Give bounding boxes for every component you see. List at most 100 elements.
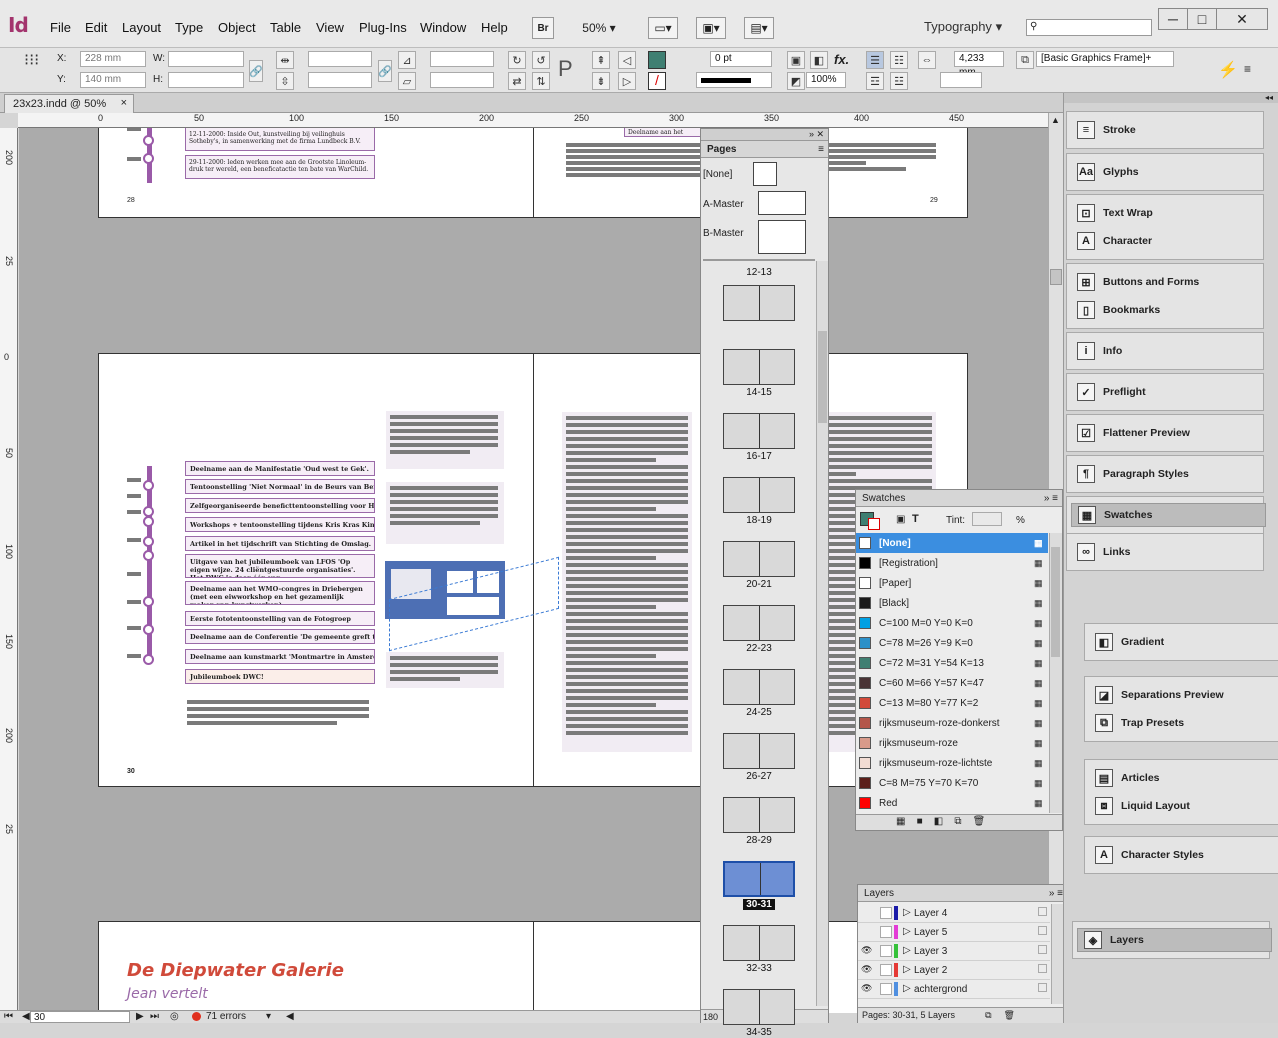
- dock-item-gradient[interactable]: ◧ Gradient: [1089, 630, 1278, 654]
- stroke-color-swatch[interactable]: /: [648, 72, 666, 90]
- swatch-row[interactable]: Red ▦: [856, 793, 1048, 813]
- page-subtitle[interactable]: Jean vertelt: [127, 986, 208, 1002]
- spread-label[interactable]: 26-27: [701, 771, 817, 782]
- select-previous-icon[interactable]: ◁: [618, 51, 636, 69]
- reference-point-icon[interactable]: ⁝⁝⁝: [24, 53, 44, 84]
- target-box[interactable]: [1038, 907, 1047, 916]
- scroll-thumb[interactable]: [1051, 547, 1060, 657]
- timeline-entry[interactable]: Jubileumboek DWC!: [185, 669, 375, 684]
- master-none[interactable]: [None]: [703, 169, 732, 180]
- timeline-entry[interactable]: Eerste fototentoonstelling van de Fotogr…: [185, 611, 375, 626]
- show-all-swatches-icon[interactable]: ▦: [896, 816, 905, 827]
- spread-thumbnail[interactable]: [723, 925, 795, 961]
- dock-item-character-styles[interactable]: A Character Styles: [1089, 843, 1278, 867]
- distribute-icon[interactable]: ☳: [890, 72, 908, 90]
- timeline-entry[interactable]: Uitgave van het jubileumboek van LFOS 'O…: [185, 554, 375, 578]
- close-icon[interactable]: ×: [121, 97, 127, 109]
- swatch-row[interactable]: C=8 M=75 Y=70 K=70 ▦: [856, 773, 1048, 793]
- spread-label[interactable]: 30-31: [701, 899, 817, 910]
- select-container-icon[interactable]: ⇞: [592, 51, 610, 69]
- dock-item-layers[interactable]: ◈ Layers: [1077, 928, 1272, 952]
- dock-item-liquid-layout[interactable]: ⧈ Liquid Layout: [1089, 794, 1278, 818]
- new-layer-icon[interactable]: ⧉: [985, 1010, 991, 1020]
- spread-thumbnail[interactable]: [723, 285, 795, 321]
- y-position-field[interactable]: 140 mm: [80, 72, 146, 88]
- scroll-thumb[interactable]: [1050, 269, 1062, 285]
- swatch-row[interactable]: [Black] ▦: [856, 593, 1048, 613]
- page-title[interactable]: De Diepwater Galerie: [127, 960, 344, 981]
- layer-row[interactable]: 👁 ▷ Layer 2: [858, 961, 1050, 980]
- menu-file[interactable]: File: [50, 20, 71, 35]
- target-box[interactable]: [1038, 945, 1047, 954]
- next-page-icon[interactable]: ▶: [136, 1011, 144, 1022]
- text-column[interactable]: [562, 412, 692, 752]
- page-number-field[interactable]: 30: [30, 1011, 130, 1023]
- menu-table[interactable]: Table: [270, 20, 301, 35]
- view-options-icon[interactable]: ▣▾: [696, 17, 726, 39]
- width-field[interactable]: [168, 51, 244, 67]
- dock-item-flattener-preview[interactable]: ☑ Flattener Preview: [1071, 421, 1266, 445]
- layer-row[interactable]: ▷ Layer 4: [858, 904, 1050, 923]
- prev-page-icon[interactable]: ◀: [22, 1011, 30, 1022]
- spread-thumbnail[interactable]: [723, 349, 795, 385]
- menu-layout[interactable]: Layout: [122, 20, 161, 35]
- spread-label[interactable]: 22-23: [701, 643, 817, 654]
- target-box[interactable]: [1038, 964, 1047, 973]
- eye-icon[interactable]: [861, 907, 873, 919]
- search-input[interactable]: ⚲: [1026, 19, 1152, 36]
- expand-arrow-icon[interactable]: ▷: [903, 964, 911, 975]
- scroll-thumb[interactable]: [818, 331, 827, 423]
- stroke-swatch-icon[interactable]: [868, 518, 880, 530]
- spread-label[interactable]: 12-13: [701, 267, 817, 278]
- eye-icon[interactable]: 👁: [861, 983, 873, 995]
- text-block[interactable]: [386, 482, 504, 544]
- expand-arrow-icon[interactable]: ▷: [903, 926, 911, 937]
- spread-thumbnail[interactable]: [723, 413, 795, 449]
- gradient-swatches-icon[interactable]: ◧: [934, 816, 943, 827]
- expand-arrow-icon[interactable]: ▷: [903, 983, 911, 994]
- screen-mode-icon[interactable]: ▭▾: [648, 17, 678, 39]
- text-block[interactable]: [386, 652, 504, 688]
- height-field[interactable]: [168, 72, 244, 88]
- dock-item-buttons-and-forms[interactable]: ⊞ Buttons and Forms: [1071, 270, 1266, 294]
- vertical-ruler[interactable]: 200 25 0 50 100 150 200 25: [0, 128, 18, 1013]
- flip-vertical-icon[interactable]: ⇅: [532, 72, 550, 90]
- text-block[interactable]: [386, 411, 504, 469]
- master-none-thumb[interactable]: [753, 162, 777, 186]
- timeline-note[interactable]: 12-11-2000: Inside Out, kunstveiling bij…: [185, 128, 375, 151]
- swatch-row[interactable]: C=100 M=0 Y=0 K=0 ▦: [856, 613, 1048, 633]
- swatch-row[interactable]: C=78 M=26 Y=9 K=0 ▦: [856, 633, 1048, 653]
- spread-label[interactable]: 18-19: [701, 515, 817, 526]
- dock-item-paragraph-styles[interactable]: ¶ Paragraph Styles: [1071, 462, 1266, 486]
- dock-item-info[interactable]: i Info: [1071, 339, 1266, 363]
- scale-y-field[interactable]: [308, 72, 372, 88]
- menu-type[interactable]: Type: [175, 20, 203, 35]
- swatches-panel-tab[interactable]: Swatches » ≡: [856, 490, 1062, 507]
- bridge-button[interactable]: Br: [532, 17, 554, 39]
- master-a-thumb[interactable]: [758, 191, 806, 215]
- new-swatch-icon[interactable]: ⧉: [954, 816, 961, 827]
- color-swatches-icon[interactable]: ■: [917, 816, 923, 827]
- swatch-row[interactable]: [None] ▦: [856, 533, 1048, 553]
- menu-view[interactable]: View: [316, 20, 344, 35]
- trash-icon[interactable]: 🗑: [1004, 1010, 1015, 1020]
- swatch-row[interactable]: rijksmuseum-roze ▦: [856, 733, 1048, 753]
- timeline-entry[interactable]: Artikel in het tijdschrift van Stichting…: [185, 536, 375, 551]
- align-frame-icon[interactable]: ☰: [866, 51, 884, 69]
- eye-icon[interactable]: 👁: [861, 964, 873, 976]
- timeline-entry[interactable]: Deelname aan de Manifestatie 'Oud west t…: [185, 461, 375, 476]
- spread-label[interactable]: 20-21: [701, 579, 817, 590]
- stroke-weight-field[interactable]: 0 pt: [710, 51, 772, 67]
- pages-panel-tab[interactable]: Pages ≡: [701, 141, 828, 158]
- spread-label[interactable]: 16-17: [701, 451, 817, 462]
- scroll-up-icon[interactable]: ▲: [1051, 115, 1060, 125]
- spread-thumbnail[interactable]: [723, 861, 795, 897]
- timeline-entry[interactable]: Deelname aan het WMO-congres in Drieberg…: [185, 581, 375, 605]
- swatches-scrollbar[interactable]: [1049, 533, 1062, 813]
- spread-thumbnail[interactable]: [723, 797, 795, 833]
- spread-thumbnail[interactable]: [723, 541, 795, 577]
- corner-options-select[interactable]: [940, 72, 982, 88]
- master-a[interactable]: A-Master: [703, 199, 744, 210]
- rotation-field[interactable]: [430, 51, 494, 67]
- panel-menu-icon[interactable]: ≡: [818, 144, 824, 155]
